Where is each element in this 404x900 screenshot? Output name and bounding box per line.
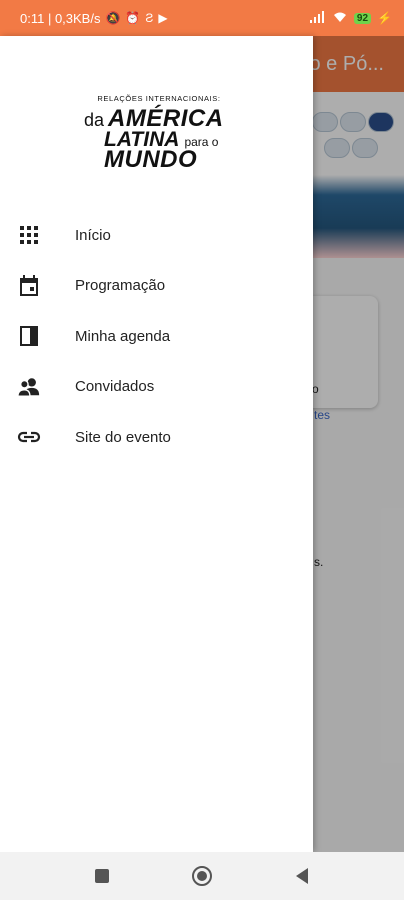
drawer-menu: Início Programação Minha agenda Convidad… bbox=[0, 210, 313, 463]
alarm-icon: ⏰ bbox=[125, 11, 141, 25]
status-right: 92 ⚡ bbox=[309, 10, 392, 26]
home-button[interactable] bbox=[187, 861, 217, 891]
people-icon bbox=[17, 375, 41, 399]
calendar-icon bbox=[17, 274, 41, 298]
logo-mundo: MUNDO bbox=[104, 146, 198, 173]
link-icon bbox=[17, 425, 41, 449]
system-navigation-bar bbox=[0, 852, 404, 900]
menu-item-minha-agenda[interactable]: Minha agenda bbox=[0, 311, 313, 362]
back-button[interactable] bbox=[287, 861, 317, 891]
play-icon: ▶ bbox=[158, 11, 168, 25]
menu-item-programacao[interactable]: Programação bbox=[0, 261, 313, 312]
menu-item-label: Minha agenda bbox=[75, 327, 171, 345]
event-logo: RELAÇÕES INTERNACIONAIS: da AMÉRICA LATI… bbox=[84, 94, 234, 174]
charging-icon: ⚡ bbox=[377, 11, 392, 25]
wifi-icon bbox=[332, 11, 348, 26]
recents-button[interactable] bbox=[87, 861, 117, 891]
menu-item-label: Convidados bbox=[75, 378, 155, 396]
menu-item-convidados[interactable]: Convidados bbox=[0, 362, 313, 413]
menu-item-label: Programação bbox=[75, 277, 166, 295]
logo-da: da bbox=[84, 110, 105, 130]
navigation-drawer: RELAÇÕES INTERNACIONAIS: da AMÉRICA LATI… bbox=[0, 36, 313, 852]
signal-icon bbox=[309, 10, 326, 26]
agenda-book-icon bbox=[17, 324, 41, 348]
menu-item-label: Site do evento bbox=[75, 428, 171, 446]
menu-item-label: Início bbox=[75, 226, 111, 244]
apps-grid-icon bbox=[17, 223, 41, 247]
status-bar: 0:11 | 0,3KB/s 🔕 ⏰ Ƨ ▶ 92 ⚡ bbox=[0, 0, 404, 36]
logo-top-text: RELAÇÕES INTERNACIONAIS: bbox=[97, 94, 221, 103]
menu-item-site-do-evento[interactable]: Site do evento bbox=[0, 412, 313, 463]
back-icon bbox=[296, 868, 308, 884]
menu-item-inicio[interactable]: Início bbox=[0, 210, 313, 261]
status-time: 0:11 | 0,3KB/s bbox=[20, 10, 101, 26]
home-icon bbox=[192, 866, 212, 886]
battery-level: 92 bbox=[353, 12, 372, 24]
sync-icon: Ƨ bbox=[145, 11, 154, 25]
mute-notification-icon: 🔕 bbox=[105, 11, 121, 25]
recents-icon bbox=[95, 869, 109, 883]
status-left: 0:11 | 0,3KB/s 🔕 ⏰ Ƨ ▶ bbox=[20, 11, 168, 26]
